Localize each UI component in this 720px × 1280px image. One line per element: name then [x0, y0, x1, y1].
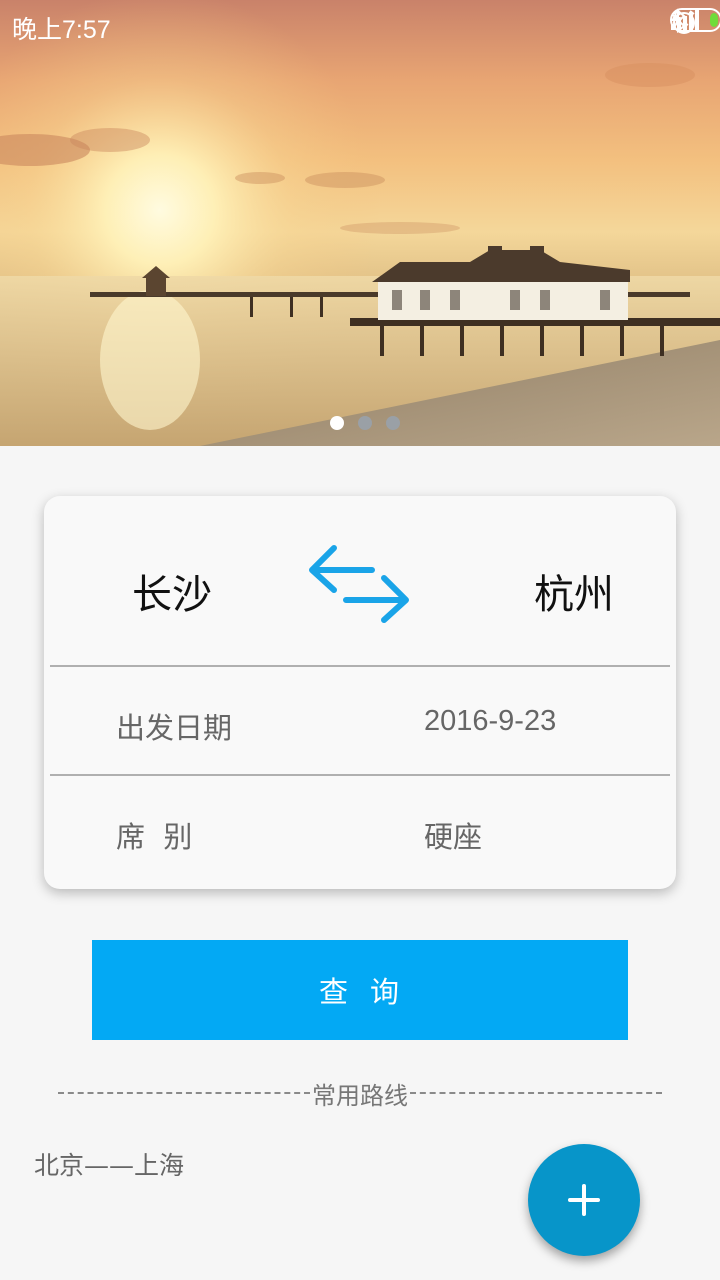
status-time: 晚上7:57: [12, 16, 111, 44]
divider: [50, 665, 670, 667]
from-city[interactable]: 长沙: [132, 562, 212, 620]
dashed-divider: [410, 1092, 662, 1094]
banner-carousel[interactable]: 晚上7:57: [0, 0, 720, 446]
pager-dot[interactable]: [358, 416, 372, 430]
to-city[interactable]: 杭州: [534, 562, 614, 620]
query-button-label: 查 询: [318, 977, 402, 1009]
plus-icon: [568, 1184, 600, 1216]
query-button[interactable]: 查 询: [92, 940, 628, 1040]
pager-dot[interactable]: [386, 416, 400, 430]
pager-dot[interactable]: [330, 416, 344, 430]
swap-arrows-icon[interactable]: [306, 542, 412, 626]
status-bar: 晚上7:57: [0, 0, 720, 50]
seat-value[interactable]: 硬座: [424, 814, 482, 856]
carousel-pager: [330, 416, 400, 430]
date-label: 出发日期: [116, 711, 233, 745]
banner-image: [0, 0, 720, 446]
seat-label: 席 别: [116, 820, 193, 854]
route-item[interactable]: 北京——上海: [34, 1146, 184, 1182]
add-route-button[interactable]: [528, 1144, 640, 1256]
date-value[interactable]: 2016-9-23: [424, 705, 556, 738]
dashed-divider: [58, 1092, 310, 1094]
frequent-routes-title: 常用路线: [312, 1081, 408, 1110]
frequent-routes-header: 常用路线: [56, 1076, 664, 1110]
divider: [50, 774, 670, 776]
